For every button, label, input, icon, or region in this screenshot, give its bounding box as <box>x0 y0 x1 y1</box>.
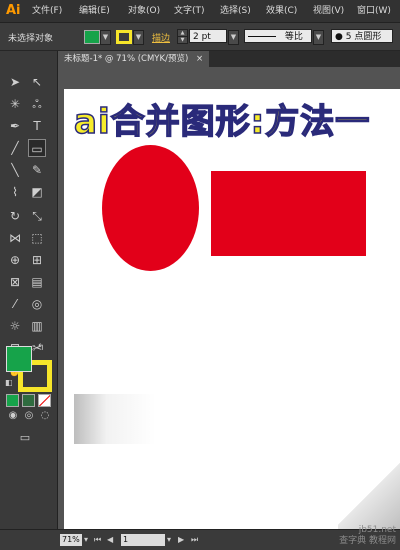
document-tab-label: 未标题-1* @ 71% (CMYK/预览) <box>64 54 189 64</box>
next-artboard-icon[interactable]: ▶ <box>178 534 184 546</box>
type-tool-icon[interactable]: T <box>28 117 46 135</box>
menu-type[interactable]: 文字(T) <box>174 4 205 18</box>
control-bar: 未选择对象 ▼ ▼ 描边 ▲ ▼ 2 pt ▼ 等比 ▼ ● 5 点圆形 <box>0 23 400 51</box>
artboard[interactable]: ai合并图形:方法一 <box>64 89 400 529</box>
menu-file[interactable]: 文件(F) <box>32 4 62 18</box>
default-fill-stroke-icon[interactable]: ◧ <box>5 378 13 387</box>
illustrator-logo: Ai <box>6 3 21 18</box>
artboard-number-field[interactable]: 1 <box>121 534 165 546</box>
last-artboard-icon[interactable]: ⏭ <box>191 534 198 546</box>
brush-dot-icon: ● <box>335 32 343 42</box>
brush-label: 5 点圆形 <box>345 32 382 42</box>
pencil-tool-icon[interactable]: ✎ <box>28 161 46 179</box>
free-transform-tool-icon[interactable]: ⬚ <box>28 229 46 247</box>
draw-inside-icon[interactable]: ◌ <box>36 407 54 425</box>
menu-bar: Ai 文件(F) 编辑(E) 对象(O) 文字(T) 选择(S) 效果(C) 视… <box>0 0 400 23</box>
document-tab[interactable]: 未标题-1* @ 71% (CMYK/预览) × <box>58 51 210 67</box>
watermark-line1: jb51.net <box>358 525 396 535</box>
page-curl-decoration <box>338 459 400 529</box>
rotate-tool-icon[interactable]: ↻ <box>6 207 24 225</box>
gradient-tool-icon[interactable]: ▤ <box>28 273 46 291</box>
stroke-dropdown-arrow[interactable]: ▼ <box>133 30 144 45</box>
blob-brush-tool-icon[interactable]: ⌇ <box>6 183 24 201</box>
stroke-weight-down[interactable]: ▼ <box>177 36 188 44</box>
stroke-swatch[interactable] <box>116 30 132 44</box>
menu-select[interactable]: 选择(S) <box>220 4 251 18</box>
blend-tool-icon[interactable]: ◎ <box>28 295 46 313</box>
red-rectangle-shape[interactable] <box>211 171 366 256</box>
tools-panel: ➤ ↖ ✳ ஃ ✒ T ╱ ▭ ╲ ✎ ⌇ ◩ ↻ ⤡ ⋈ ⬚ ⊕ ⊞ ⊠ ▤ … <box>0 51 58 529</box>
swap-fill-stroke-icon[interactable]: ↰ <box>37 343 45 353</box>
scale-tool-icon[interactable]: ⤡ <box>28 207 46 225</box>
stroke-profile-field[interactable]: 等比 <box>244 29 312 43</box>
shape-builder-tool-icon[interactable]: ⊕ <box>6 251 24 269</box>
column-graph-tool-icon[interactable]: ▥ <box>28 317 46 335</box>
menu-effect[interactable]: 效果(C) <box>266 4 297 18</box>
menu-object[interactable]: 对象(O) <box>128 4 160 18</box>
gradient-bar-shape[interactable] <box>74 394 400 444</box>
magic-wand-tool-icon[interactable]: ✳ <box>6 95 24 113</box>
artboard-dropdown-icon[interactable]: ▾ <box>167 534 171 546</box>
red-ellipse-shape[interactable] <box>102 145 199 271</box>
menu-window[interactable]: 窗口(W) <box>357 4 391 18</box>
close-icon[interactable]: × <box>196 54 203 64</box>
rectangle-tool-icon[interactable]: ▭ <box>28 139 46 157</box>
menu-edit[interactable]: 编辑(E) <box>79 4 110 18</box>
stroke-profile-label: 等比 <box>284 32 303 42</box>
previous-artboard-icon[interactable]: ◀ <box>107 534 113 546</box>
perspective-grid-tool-icon[interactable]: ⊞ <box>28 251 46 269</box>
gradient-mode-icon[interactable] <box>22 394 35 407</box>
fill-swatch[interactable] <box>84 30 100 44</box>
stroke-profile-dropdown[interactable]: ▼ <box>313 30 324 45</box>
stroke-weight-field[interactable]: 2 pt <box>189 29 227 43</box>
headline-text[interactable]: ai合并图形:方法一 <box>73 94 370 143</box>
selection-tool-icon[interactable]: ➤ <box>6 73 24 91</box>
eyedropper-tool-icon[interactable]: ⁄ <box>6 295 24 313</box>
first-artboard-icon[interactable]: ⏮ <box>94 534 101 546</box>
eraser-tool-icon[interactable]: ◩ <box>28 183 46 201</box>
document-tab-bar: 未标题-1* @ 71% (CMYK/预览) × <box>58 51 400 67</box>
canvas-area[interactable]: ai合并图形:方法一 <box>58 67 400 529</box>
pen-tool-icon[interactable]: ✒ <box>6 117 24 135</box>
line-tool-icon[interactable]: ╱ <box>6 139 24 157</box>
paintbrush-tool-icon[interactable]: ╲ <box>6 161 24 179</box>
zoom-dropdown-icon[interactable]: ▾ <box>84 534 88 546</box>
symbol-sprayer-tool-icon[interactable]: ☼ <box>6 317 24 335</box>
menu-view[interactable]: 视图(V) <box>313 4 344 18</box>
watermark-line2: 查字典 教程网 <box>339 536 396 546</box>
watermark: jb51.net 查字典 教程网 <box>339 525 396 547</box>
none-mode-icon[interactable] <box>38 394 51 407</box>
fill-dropdown-arrow[interactable]: ▼ <box>100 30 111 45</box>
fill-color-box[interactable] <box>6 346 32 372</box>
screen-mode-icon[interactable]: ▭ <box>16 429 34 447</box>
stroke-label[interactable]: 描边 <box>152 31 170 44</box>
width-tool-icon[interactable]: ⋈ <box>6 229 24 247</box>
mesh-tool-icon[interactable]: ⊠ <box>6 273 24 291</box>
color-mode-icon[interactable] <box>6 394 19 407</box>
direct-selection-tool-icon[interactable]: ↖ <box>28 73 46 91</box>
brush-field[interactable]: ● 5 点圆形 <box>331 29 393 43</box>
lasso-tool-icon[interactable]: ஃ <box>28 95 46 113</box>
zoom-field[interactable]: 71% <box>60 534 82 546</box>
stroke-profile-line <box>248 36 276 37</box>
stroke-weight-dropdown[interactable]: ▼ <box>228 30 239 45</box>
selection-status: 未选择对象 <box>8 34 54 44</box>
